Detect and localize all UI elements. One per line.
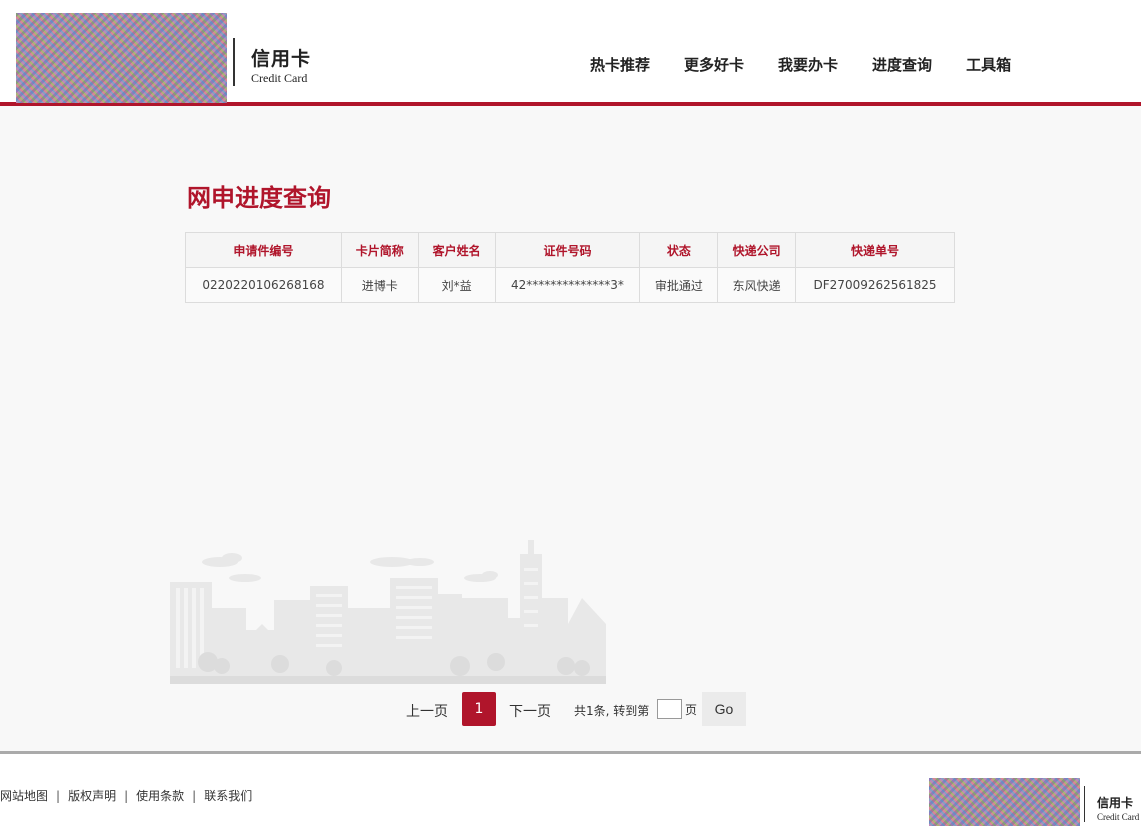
footer-logo-subtitle: Credit Card [1097,812,1140,822]
logo-divider [233,38,235,86]
cell-card-name: 进博卡 [340,267,419,303]
col-card-name: 卡片简称 [340,232,419,268]
footer-separator: | [124,788,129,803]
col-tracking-no: 快递单号 [795,232,955,268]
footer-logo-title: 信用卡 [1097,796,1134,810]
prev-page-link[interactable]: 上一页 [406,701,448,721]
next-page-link[interactable]: 下一页 [509,701,551,721]
cell-tracking-no: DF27009262561825 [795,267,955,303]
footer-link-contact[interactable]: 联系我们 [204,787,252,804]
footer-logo-divider [1084,786,1085,822]
nav-hot-cards[interactable]: 热卡推荐 [590,54,650,75]
footer-separator: | [192,788,197,803]
cell-customer-name: 刘*益 [417,267,496,303]
cell-id-number: 42**************3* [494,267,641,303]
table-header-row: 申请件编号 卡片简称 客户姓名 证件号码 状态 快递公司 快递单号 [185,232,955,268]
footer-links: 网站地图 | 版权声明 | 使用条款 | 联系我们 [0,787,252,804]
col-courier: 快递公司 [717,232,797,268]
logo-subtitle: Credit Card [251,71,308,85]
nav-more-cards[interactable]: 更多好卡 [684,54,744,75]
nav-toolbox[interactable]: 工具箱 [966,54,1011,75]
col-customer-name: 客户姓名 [417,232,496,268]
cell-status: 审批通过 [639,267,719,303]
cell-courier: 东风快递 [717,267,797,303]
site-footer: 网站地图 | 版权声明 | 使用条款 | 联系我们 信用卡 Credit Car… [0,754,1141,829]
footer-bank-logo-image [929,778,1080,826]
city-skyline-illustration [170,540,606,684]
cell-application-no: 0220220106268168 [185,267,342,303]
footer-separator: | [56,788,61,803]
footer-link-sitemap[interactable]: 网站地图 [0,787,48,804]
nav-progress-query[interactable]: 进度查询 [872,54,932,75]
nav-apply-card[interactable]: 我要办卡 [778,54,838,75]
page-number-current[interactable]: 1 [462,692,496,726]
total-count-label: 共1条, 转到第 [574,704,650,718]
jump-page-input[interactable] [657,699,682,719]
col-application-no: 申请件编号 [185,232,342,268]
page-unit-label: 页 [685,703,698,717]
pagination: 上一页 1 下一页 共1条, 转到第 页 Go [0,692,1141,726]
logo-title: 信用卡 [251,48,312,70]
table-row: 0220220106268168 进博卡 刘*益 42*************… [185,267,955,303]
bank-logo-image[interactable] [16,13,227,103]
go-button[interactable]: Go [702,692,746,726]
main-nav: 热卡推荐 更多好卡 我要办卡 进度查询 工具箱 [590,54,1045,75]
page-title: 网申进度查询 [187,184,331,212]
progress-table: 申请件编号 卡片简称 客户姓名 证件号码 状态 快递公司 快递单号 022022… [185,232,955,303]
col-id-number: 证件号码 [494,232,641,268]
footer-link-copyright[interactable]: 版权声明 [68,787,116,804]
col-status: 状态 [639,232,719,268]
footer-link-terms[interactable]: 使用条款 [136,787,184,804]
site-header: 信用卡 Credit Card 热卡推荐 更多好卡 我要办卡 进度查询 工具箱 [0,0,1141,106]
